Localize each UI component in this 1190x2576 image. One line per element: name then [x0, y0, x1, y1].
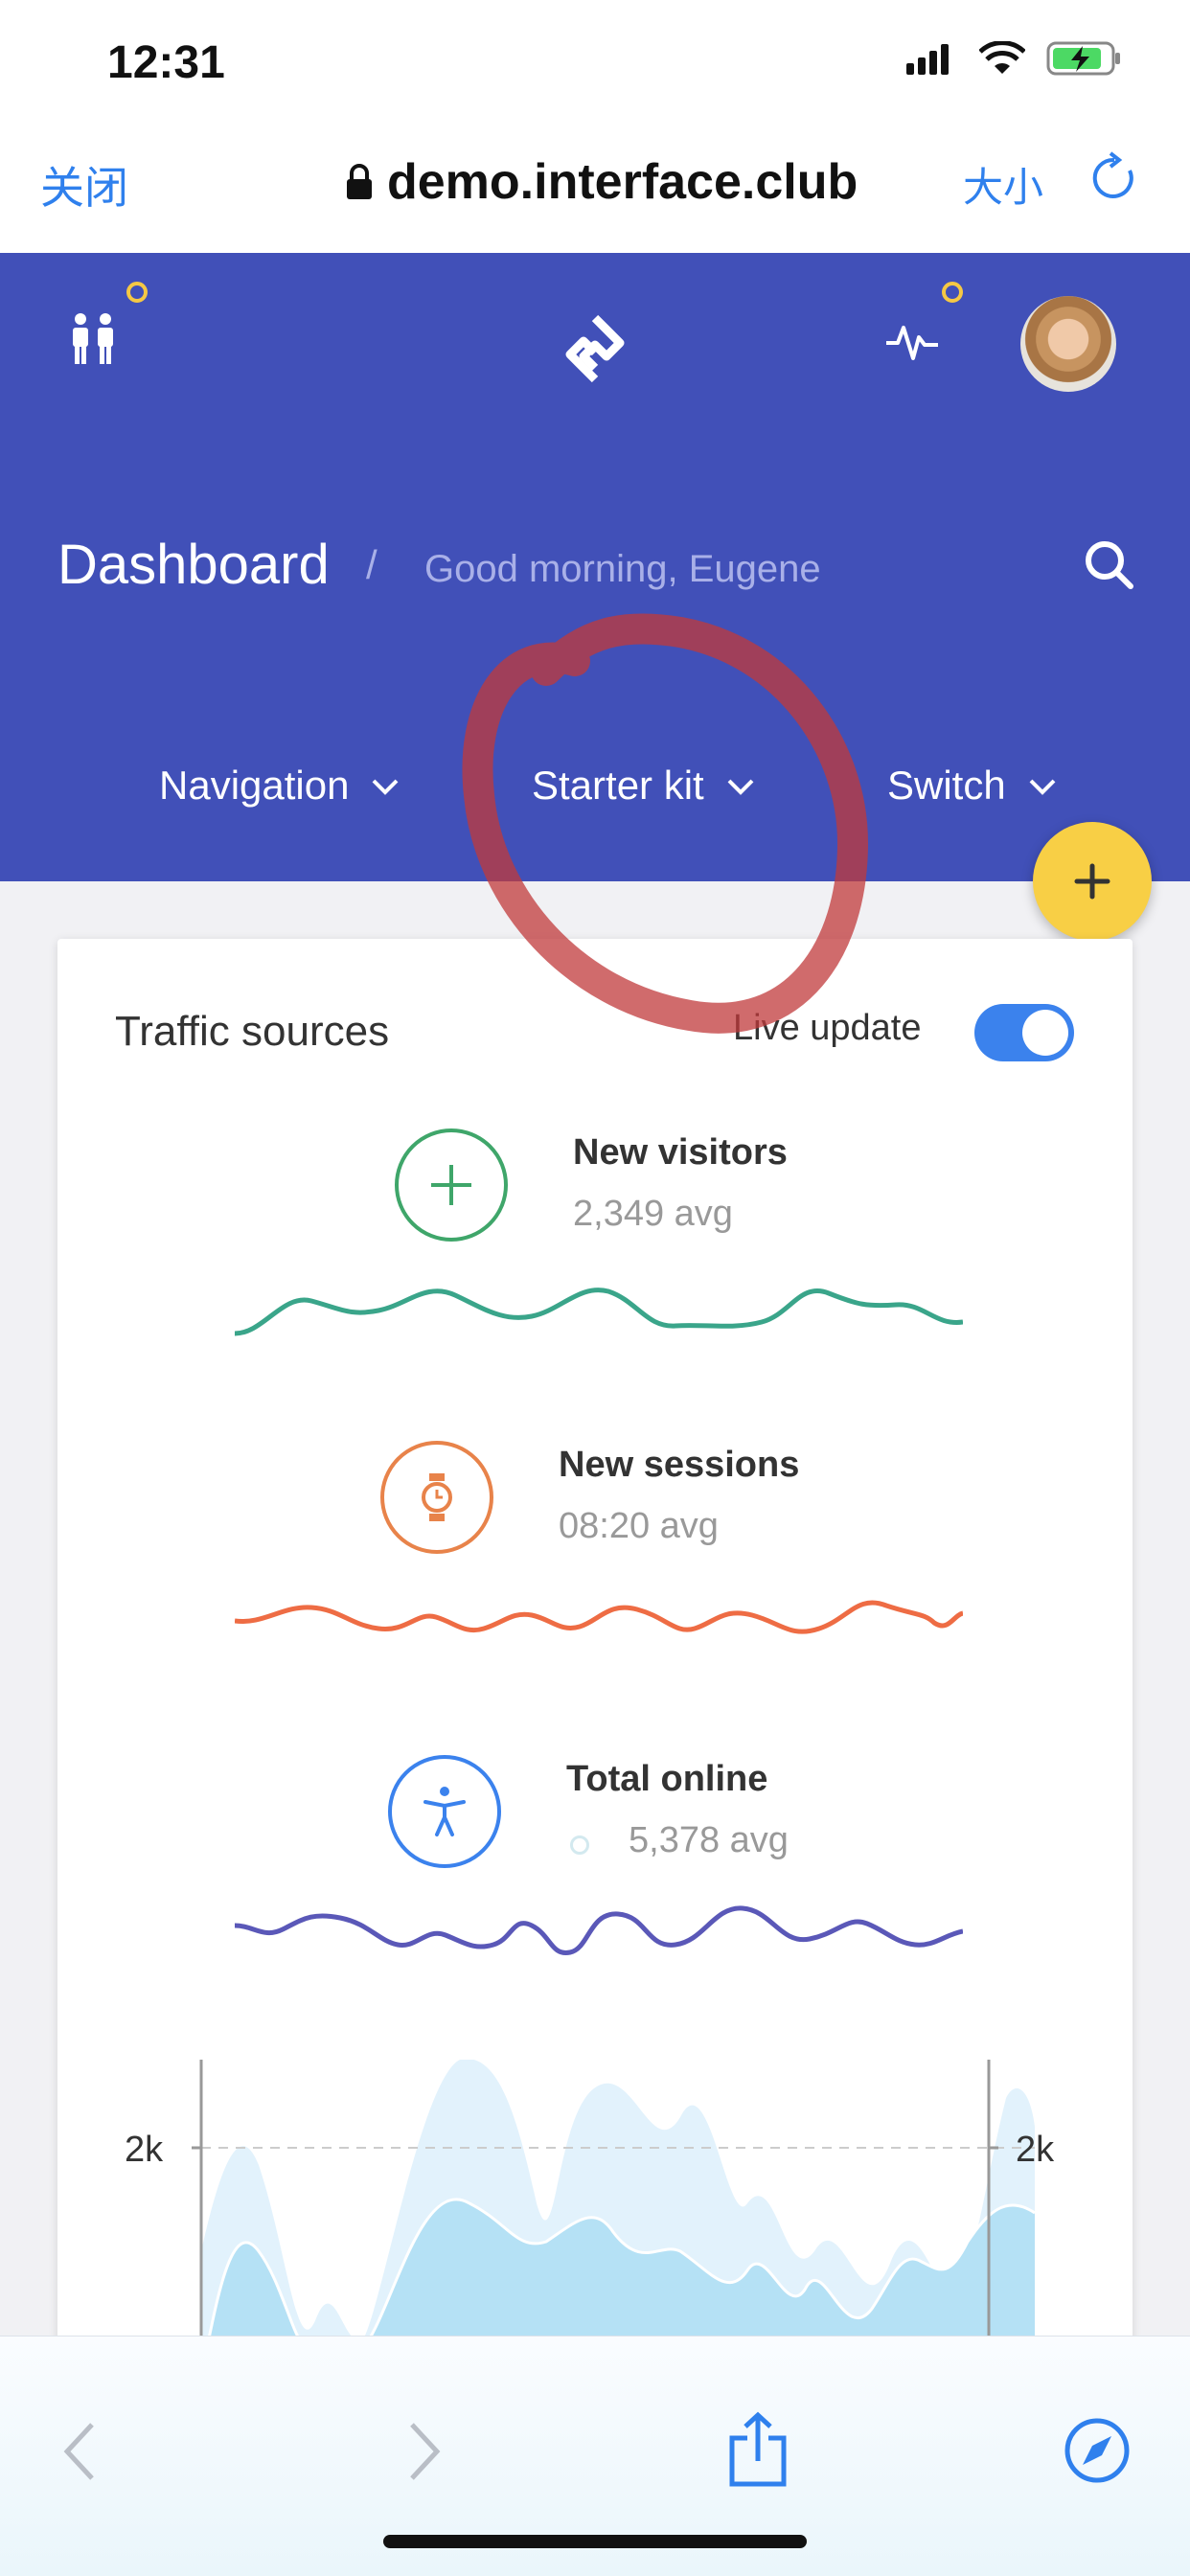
- lock-icon: [347, 164, 372, 199]
- avatar[interactable]: [1020, 296, 1116, 392]
- users-notification-dot: [126, 282, 148, 303]
- breadcrumb-separator: /: [366, 542, 378, 587]
- nav-item-starter-kit[interactable]: Starter kit: [532, 763, 760, 809]
- share-icon[interactable]: [726, 2411, 790, 2488]
- wifi-icon: [979, 41, 1025, 74]
- status-time: 12:31: [107, 37, 225, 88]
- chevron-down-icon: [373, 779, 399, 795]
- plus-icon: [1074, 863, 1110, 900]
- activity-notification-dot: [942, 282, 963, 303]
- accessibility-icon: [423, 1787, 466, 1836]
- battery-icon: [1046, 41, 1120, 76]
- status-icons: [906, 40, 1123, 77]
- metric-title: Total online: [566, 1759, 768, 1799]
- status-dot: [570, 1835, 589, 1855]
- page-title: Dashboard: [57, 534, 330, 596]
- tick-label-left: 2k: [125, 2130, 164, 2170]
- search-icon[interactable]: [1083, 538, 1136, 592]
- new-visitors-sparkline: [235, 1288, 963, 1336]
- new-sessions-icon: [380, 1441, 493, 1554]
- live-update-label: Live update: [733, 1008, 922, 1048]
- traffic-area-chart: 2k 2k: [125, 2060, 1055, 2376]
- metric-value: 08:20 avg: [559, 1506, 719, 1546]
- reload-icon[interactable]: [1087, 151, 1141, 205]
- nav-item-switch[interactable]: Switch: [887, 763, 1062, 809]
- total-online-icon: [388, 1755, 501, 1868]
- plus-icon: [431, 1165, 471, 1205]
- new-sessions-sparkline: [235, 1600, 963, 1634]
- new-visitors-icon: [395, 1128, 508, 1242]
- metric-title: New visitors: [573, 1132, 788, 1173]
- metric-value: 2,349 avg: [573, 1194, 733, 1234]
- forward-icon[interactable]: [406, 2421, 445, 2482]
- nav-item-label: Starter kit: [532, 763, 704, 808]
- status-bar: 12:31: [0, 0, 1190, 125]
- activity-icon[interactable]: [886, 320, 938, 362]
- tick-label-right: 2k: [1016, 2130, 1055, 2170]
- app-header: Dashboard / Good morning, Eugene Navigat…: [0, 253, 1190, 881]
- nav-item-label: Switch: [887, 763, 1006, 808]
- nav-item-label: Navigation: [159, 763, 350, 808]
- back-icon[interactable]: [59, 2421, 98, 2482]
- chevron-down-icon: [727, 779, 754, 795]
- users-icon[interactable]: [67, 312, 119, 366]
- url-text: demo.interface.club: [387, 154, 858, 210]
- live-update-toggle[interactable]: [974, 1004, 1074, 1061]
- metric-value: 5,378 avg: [629, 1820, 789, 1860]
- greeting-text: Good morning, Eugene: [424, 548, 821, 590]
- signal-icon: [906, 44, 949, 75]
- metric-title: New sessions: [559, 1445, 800, 1485]
- traffic-sources-card: Traffic sources Live update New visitors…: [57, 939, 1133, 2376]
- clock-icon: [422, 1473, 452, 1521]
- total-online-sparkline: [235, 1905, 963, 1955]
- home-indicator: [383, 2535, 807, 2548]
- add-button[interactable]: [1033, 822, 1152, 941]
- card-title: Traffic sources: [115, 1008, 390, 1055]
- close-button[interactable]: 关闭: [40, 153, 128, 217]
- address-bar[interactable]: demo.interface.club: [345, 153, 858, 211]
- toggle-knob: [1022, 1010, 1068, 1056]
- text-size-button[interactable]: 大小: [963, 155, 1043, 214]
- nav-item-navigation[interactable]: Navigation: [159, 763, 404, 809]
- logo-icon[interactable]: [559, 312, 631, 385]
- browser-bar: 关闭 demo.interface.club 大小: [0, 125, 1190, 253]
- chevron-down-icon: [1029, 779, 1056, 795]
- compass-icon[interactable]: [1064, 2417, 1131, 2484]
